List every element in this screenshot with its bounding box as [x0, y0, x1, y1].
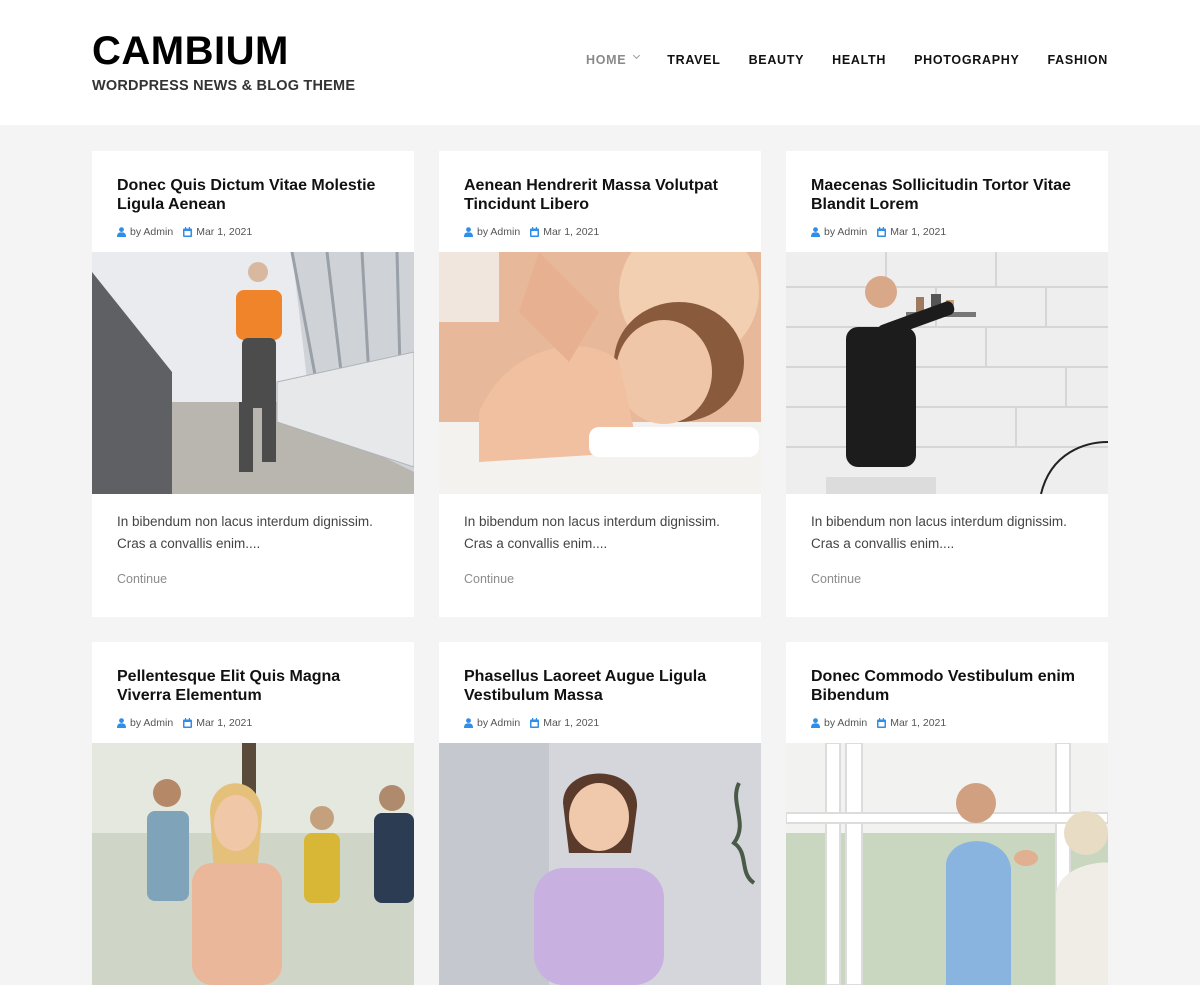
site-header: CAMBIUM WORDPRESS NEWS & BLOG THEME HOME… — [0, 0, 1200, 125]
post-author[interactable]: by Admin — [117, 226, 173, 238]
user-icon — [117, 227, 126, 237]
post-thumbnail[interactable] — [92, 743, 414, 985]
post-title[interactable]: Maecenas Sollicitudin Tortor Vitae Bland… — [811, 176, 1083, 214]
post-author[interactable]: by Admin — [117, 717, 173, 729]
nav-item-label: TRAVEL — [667, 53, 721, 67]
post-thumbnail[interactable] — [439, 743, 761, 985]
user-icon — [811, 227, 820, 237]
post-author-name: by Admin — [477, 717, 521, 729]
calendar-icon — [530, 227, 540, 237]
user-icon — [464, 227, 473, 237]
post-excerpt: In bibendum non lacus interdum dignissim… — [811, 514, 1067, 551]
nav-item-label: FASHION — [1047, 53, 1108, 67]
site-description: WORDPRESS NEWS & BLOG THEME — [92, 78, 356, 94]
post-thumbnail[interactable] — [786, 743, 1108, 985]
post-date-text: Mar 1, 2021 — [196, 226, 253, 238]
user-icon — [811, 718, 820, 728]
nav-item-travel[interactable]: TRAVEL — [667, 53, 720, 67]
nav-item-label: PHOTOGRAPHY — [914, 53, 1020, 67]
nav-item-home[interactable]: HOME — [585, 51, 641, 67]
nav-item-label: BEAUTY — [748, 53, 805, 67]
post-title[interactable]: Donec Quis Dictum Vitae Molestie Ligula … — [117, 176, 389, 214]
post-author-name: by Admin — [824, 717, 868, 729]
post-card: Maecenas Sollicitudin Tortor Vitae Bland… — [786, 151, 1108, 617]
post-meta: by Admin Mar 1, 2021 — [117, 226, 389, 238]
post-thumbnail[interactable] — [786, 252, 1108, 494]
calendar-icon — [877, 718, 887, 728]
continue-link[interactable]: Continue — [464, 572, 736, 586]
site-branding: CAMBIUM WORDPRESS NEWS & BLOG THEME — [92, 28, 355, 94]
post-meta: by Admin Mar 1, 2021 — [811, 226, 1083, 238]
continue-link[interactable]: Continue — [117, 572, 389, 586]
post-title[interactable]: Donec Commodo Vestibulum enim Bibendum — [811, 667, 1083, 705]
post-card: Phasellus Laoreet Augue Ligula Vestibulu… — [439, 642, 761, 985]
post-card: Pellentesque Elit Quis Magna Viverra Ele… — [92, 642, 414, 985]
post-title[interactable]: Aenean Hendrerit Massa Volutpat Tincidun… — [464, 176, 736, 214]
site-title[interactable]: CAMBIUM — [92, 28, 355, 74]
post-card: Aenean Hendrerit Massa Volutpat Tincidun… — [439, 151, 761, 617]
nav-item-fashion[interactable]: FASHION — [1048, 53, 1108, 67]
post-author-name: by Admin — [824, 226, 868, 238]
post-date[interactable]: Mar 1, 2021 — [877, 226, 946, 238]
post-author-name: by Admin — [130, 226, 174, 238]
post-author[interactable]: by Admin — [811, 226, 867, 238]
nav-item-label: HOME — [585, 53, 627, 67]
post-card: Donec Commodo Vestibulum enim Bibendum b… — [786, 642, 1108, 985]
post-date[interactable]: Mar 1, 2021 — [877, 717, 946, 729]
post-meta: by Admin Mar 1, 2021 — [811, 717, 1083, 729]
post-meta: by Admin Mar 1, 2021 — [464, 226, 736, 238]
post-thumbnail[interactable] — [92, 252, 414, 494]
post-meta: by Admin Mar 1, 2021 — [117, 717, 389, 729]
post-date-text: Mar 1, 2021 — [196, 717, 253, 729]
post-title[interactable]: Phasellus Laoreet Augue Ligula Vestibulu… — [464, 667, 736, 705]
post-date-text: Mar 1, 2021 — [543, 226, 600, 238]
calendar-icon — [183, 718, 193, 728]
nav-item-label: HEALTH — [832, 53, 887, 67]
post-meta: by Admin Mar 1, 2021 — [464, 717, 736, 729]
post-card: Donec Quis Dictum Vitae Molestie Ligula … — [92, 151, 414, 617]
post-date[interactable]: Mar 1, 2021 — [183, 226, 252, 238]
post-author-name: by Admin — [477, 226, 521, 238]
post-excerpt: In bibendum non lacus interdum dignissim… — [117, 514, 373, 551]
post-date[interactable]: Mar 1, 2021 — [183, 717, 252, 729]
post-thumbnail[interactable] — [439, 252, 761, 494]
nav-item-health[interactable]: HEALTH — [832, 53, 886, 67]
continue-link[interactable]: Continue — [811, 572, 1083, 586]
chevron-down-icon — [633, 51, 641, 59]
post-date-text: Mar 1, 2021 — [890, 226, 947, 238]
calendar-icon — [877, 227, 887, 237]
post-date-text: Mar 1, 2021 — [543, 717, 600, 729]
post-author[interactable]: by Admin — [811, 717, 867, 729]
post-author[interactable]: by Admin — [464, 717, 520, 729]
calendar-icon — [183, 227, 193, 237]
post-excerpt: In bibendum non lacus interdum dignissim… — [464, 514, 720, 551]
post-author[interactable]: by Admin — [464, 226, 520, 238]
post-title[interactable]: Pellentesque Elit Quis Magna Viverra Ele… — [117, 667, 389, 705]
post-date[interactable]: Mar 1, 2021 — [530, 717, 599, 729]
nav-item-beauty[interactable]: BEAUTY — [749, 53, 805, 67]
nav-item-photography[interactable]: PHOTOGRAPHY — [914, 53, 1019, 67]
calendar-icon — [530, 718, 540, 728]
post-date[interactable]: Mar 1, 2021 — [530, 226, 599, 238]
user-icon — [464, 718, 473, 728]
user-icon — [117, 718, 126, 728]
post-date-text: Mar 1, 2021 — [890, 717, 947, 729]
post-author-name: by Admin — [130, 717, 174, 729]
main-navigation: HOME TRAVEL BEAUTY HEALTH PHOTOGRAPHY FA… — [585, 51, 1108, 67]
